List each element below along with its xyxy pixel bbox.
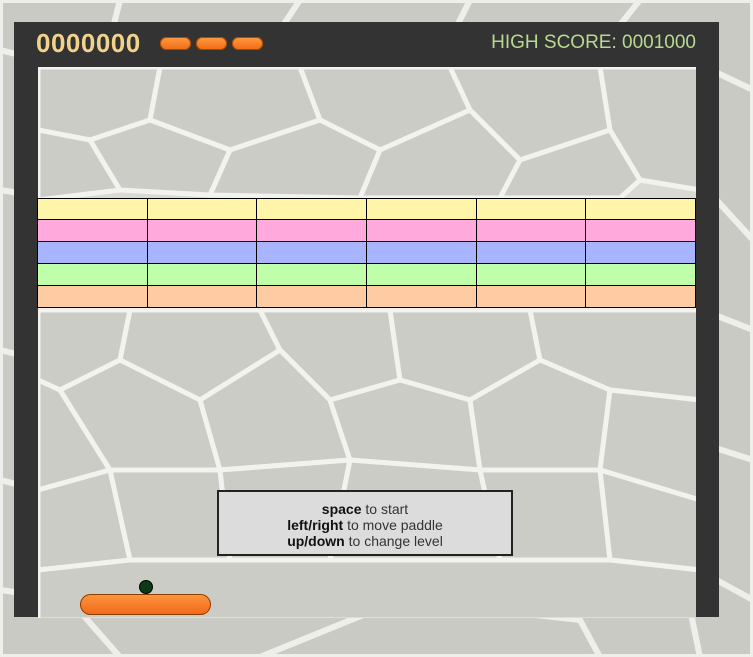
brick — [256, 286, 367, 308]
brick — [146, 242, 257, 264]
brick-wall — [37, 198, 697, 308]
brick — [366, 286, 476, 308]
brick — [366, 242, 476, 264]
brick — [366, 220, 476, 242]
brick — [585, 198, 697, 220]
brick — [37, 286, 147, 308]
key-up-down: up/down — [287, 533, 345, 549]
instruction-move: left/right to move paddle — [219, 517, 511, 533]
brick — [37, 242, 147, 264]
life-paddle-icon — [232, 37, 263, 50]
brick — [475, 264, 586, 286]
brick — [366, 264, 476, 286]
brick — [146, 264, 257, 286]
instruction-level: up/down to change level — [219, 533, 511, 549]
brick-row — [37, 286, 697, 308]
brick — [475, 286, 586, 308]
score-display: 0000000 — [36, 28, 141, 58]
instruction-move-text: to move paddle — [343, 517, 443, 533]
brick — [585, 264, 697, 286]
brick-row — [37, 242, 697, 264]
brick-row — [37, 220, 697, 242]
paddle[interactable] — [80, 594, 211, 615]
brick — [256, 220, 367, 242]
instructions-panel: space to start left/right to move paddle… — [217, 490, 513, 556]
brick — [475, 198, 586, 220]
brick — [146, 286, 257, 308]
brick — [475, 242, 586, 264]
brick — [256, 264, 367, 286]
brick — [366, 198, 476, 220]
brick — [585, 242, 697, 264]
brick — [37, 198, 147, 220]
life-paddle-icon — [160, 37, 191, 50]
instruction-start-text: to start — [361, 501, 409, 517]
key-space: space — [321, 501, 362, 517]
instruction-start: space to start — [219, 501, 511, 517]
brick — [256, 198, 367, 220]
instruction-level-text: to change level — [344, 533, 443, 549]
life-paddle-icon — [196, 37, 227, 50]
brick — [585, 220, 697, 242]
ball — [139, 580, 153, 594]
brick — [475, 220, 586, 242]
brick-row — [37, 198, 697, 220]
brick — [146, 220, 257, 242]
brick-row — [37, 264, 697, 286]
brick — [256, 242, 367, 264]
brick — [146, 198, 257, 220]
brick — [585, 286, 697, 308]
lives-indicator — [160, 37, 263, 50]
high-score-display: HIGH SCORE: 0001000 — [491, 32, 696, 53]
brick — [37, 264, 147, 286]
brick — [37, 220, 147, 242]
key-left-right: left/right — [287, 517, 344, 533]
